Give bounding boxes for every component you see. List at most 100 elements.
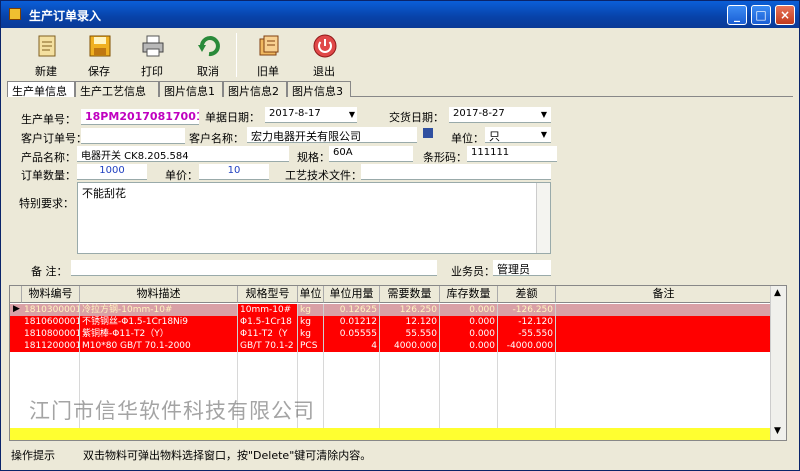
col-header-unit[interactable]: 单位 [298,286,324,303]
cancel-button[interactable]: 取消 [183,31,233,79]
cell-material-no: 1810800001 [24,328,80,340]
cell-unit: kg [298,328,324,340]
customer-lookup-icon[interactable] [423,128,433,138]
salesman-field[interactable]: 管理员 [493,260,551,276]
exit-button-label: 退出 [313,65,335,78]
order-form: 生产单号： 18PM20170817001 单据日期： 2017-8-17 ▼ … [9,99,793,279]
delivery-date-label: 交货日期： [389,111,444,124]
process-file-label: 工艺技术文件： [285,169,362,182]
delivery-date-dropdown-icon[interactable]: ▼ [537,108,551,122]
floppy-save-icon [89,35,111,57]
cell-spec: Φ11-T2（Y [238,328,298,340]
cell-stock-qty: 0.000 [440,304,498,316]
minimize-button[interactable]: _ [727,5,747,25]
tab-image-info-3[interactable]: 图片信息3 [287,81,351,98]
price-label: 单价： [165,169,198,182]
old-order-button[interactable]: 旧单 [243,31,293,79]
tab-image-info-2[interactable]: 图片信息2 [223,81,287,98]
customer-order-field[interactable] [81,128,185,144]
current-row-pointer-icon: ▶ [13,304,20,314]
app-icon [9,8,21,20]
price-field[interactable]: 10 [199,164,269,180]
cell-unit: kg [298,304,324,316]
barcode-label: 条形码： [423,151,467,164]
col-header-unit-usage[interactable]: 单位用量 [324,286,380,303]
tab-bar: 生产单信息 生产工艺信息 图片信息1 图片信息2 图片信息3 [7,81,793,98]
cell-spec: Φ1.5-1Cr18 [238,316,298,328]
power-exit-icon [313,34,337,58]
col-header-description[interactable]: 物料描述 [80,286,238,303]
cell-remark [556,340,772,352]
table-row[interactable]: 1810800001 紫铜棒-Φ11-T2（Y） Φ11-T2（Y kg 0.0… [10,328,772,340]
remark-label: 备 注： [31,265,68,278]
remark-field[interactable] [71,260,437,276]
cell-unit: kg [298,316,324,328]
cell-material-no: 1810600001 [24,316,80,328]
old-order-icon [259,35,279,56]
close-button[interactable]: × [775,5,795,25]
special-requirements-textarea[interactable]: 不能刮花 [77,182,551,254]
cell-spec: GB/T 70.1-2 [238,340,298,352]
spec-field[interactable]: 60A [329,146,413,162]
cell-required-qty: 4000.000 [380,340,440,352]
product-name-field[interactable]: 电器开关 CK8.205.584 [77,146,289,162]
cell-unit: PCS [298,340,324,352]
watermark-text: 江门市信华软件科技有限公司 [29,399,315,423]
new-doc-icon [38,35,56,57]
print-button[interactable]: 打印 [127,31,177,79]
title-bar[interactable]: 生产订单录入 _ □ × [1,1,799,28]
customer-order-label: 客户订单号： [21,132,87,145]
delivery-date-field[interactable]: 2017-8-27 [449,107,551,123]
order-no-field[interactable]: 18PM20170817001 [81,109,199,125]
col-header-spec[interactable]: 规格型号 [238,286,298,303]
table-row[interactable]: ▶ 1810300001 冷拉方钢-10mm-10# 10mm-10# kg 0… [10,304,772,316]
undo-arrows-icon [198,36,220,57]
scroll-down-icon[interactable]: ▼ [774,426,781,436]
status-label: 操作提示 [11,449,55,462]
customer-name-label: 客户名称： [189,132,244,145]
cell-material-no: 1810300001 [24,304,80,316]
cell-description: 冷拉方钢-10mm-10# [80,304,238,316]
old-order-button-label: 旧单 [257,65,279,78]
quantity-field[interactable]: 1000 [77,164,147,180]
maximize-button[interactable]: □ [751,5,771,25]
totals-row [10,428,772,440]
tab-image-info-1[interactable]: 图片信息1 [159,81,223,98]
cell-unit-usage: 0.05555 [324,328,380,340]
col-header-difference[interactable]: 差额 [498,286,556,303]
col-header-remark[interactable]: 备注 [556,286,772,303]
tab-production-info[interactable]: 生产单信息 [7,81,75,98]
col-header-stock-qty[interactable]: 库存数量 [440,286,498,303]
order-date-field[interactable]: 2017-8-17 [265,107,357,123]
window-title: 生产订单录入 [29,9,102,23]
customer-name-field[interactable]: 宏力电器开关有限公司 [247,127,417,143]
cell-difference: -4000.000 [498,340,556,352]
cell-description: 不锈钢丝-Φ1.5-1Cr18Ni9 [80,316,238,328]
table-row[interactable]: 1810600001 不锈钢丝-Φ1.5-1Cr18Ni9 Φ1.5-1Cr18… [10,316,772,328]
save-button[interactable]: 保存 [74,31,124,79]
process-file-field[interactable] [361,164,551,180]
col-header-material-no[interactable]: 物料编号 [22,286,80,303]
new-button[interactable]: 新建 [21,31,71,79]
cell-difference: -12.120 [498,316,556,328]
toolbar: 新建 保存 打印 取消 旧单 退出 [7,31,793,79]
order-entry-window: 生产订单录入 _ □ × 新建 保存 打印 取消 旧单 退出 生产单信息 生产工… [0,0,800,471]
save-button-label: 保存 [88,65,110,78]
cell-remark [556,304,772,316]
spec-label: 规格： [297,151,330,164]
cell-remark [556,316,772,328]
tab-process-info[interactable]: 生产工艺信息 [75,81,159,98]
cell-difference: -126.250 [498,304,556,316]
order-date-dropdown-icon[interactable]: ▼ [345,108,359,122]
cell-remark [556,328,772,340]
exit-button[interactable]: 退出 [299,31,349,79]
grid-vertical-scrollbar[interactable]: ▲ ▼ [770,286,786,440]
table-row[interactable]: 1811200001 M10*80 GB/T 70.1-2000 GB/T 70… [10,340,772,352]
unit-dropdown-icon[interactable]: ▼ [537,128,551,142]
barcode-field[interactable]: 111111 [467,146,557,162]
cell-unit-usage: 0.12625 [324,304,380,316]
cell-unit-usage: 4 [324,340,380,352]
scroll-up-icon[interactable]: ▲ [774,288,781,298]
memo-scrollbar[interactable] [536,183,550,253]
col-header-required-qty[interactable]: 需要数量 [380,286,440,303]
